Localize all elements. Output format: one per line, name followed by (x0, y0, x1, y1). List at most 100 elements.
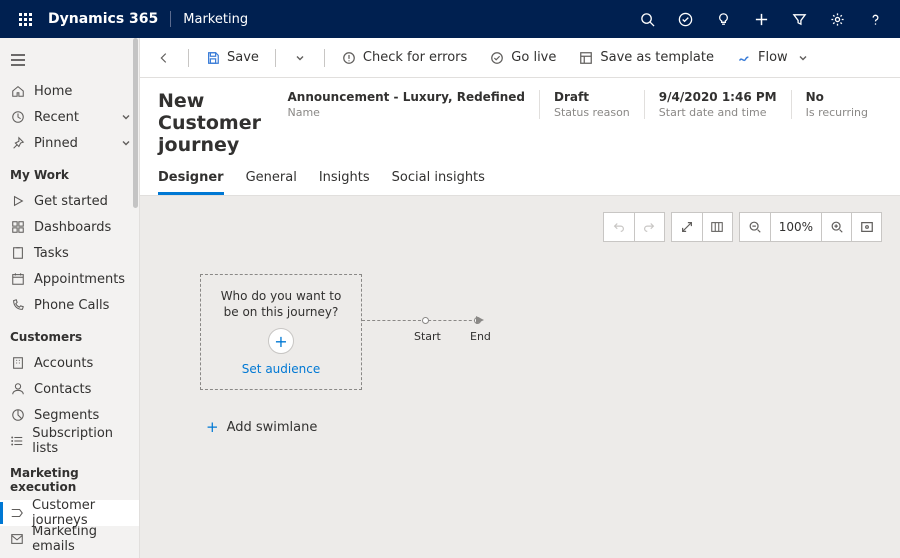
plus-icon: + (206, 418, 219, 436)
sidebar-item-label: Appointments (34, 272, 125, 287)
template-icon (578, 50, 594, 66)
minimap-button[interactable] (702, 213, 732, 241)
phone-icon (10, 297, 26, 313)
meta-start-date: 9/4/2020 1:46 PMStart date and time (644, 90, 791, 119)
area-label: Marketing (183, 12, 248, 27)
meta-recurring: NoIs recurring (791, 90, 882, 119)
sidebar-scrollbar[interactable] (133, 38, 138, 208)
go-live-button[interactable]: Go live (481, 42, 564, 74)
save-template-button[interactable]: Save as template (570, 42, 722, 74)
sidebar-item-subscription-lists[interactable]: Subscription lists (0, 428, 139, 454)
flow-label: Flow (758, 50, 788, 65)
canvas-toolbar: 100% (603, 212, 882, 242)
tile-question: Who do you want to be on this journey? (201, 288, 361, 320)
sidebar-item-marketing-emails[interactable]: Marketing emails (0, 526, 139, 552)
sidebar-item-phone-calls[interactable]: Phone Calls (0, 292, 139, 318)
sidebar-item-pinned[interactable]: Pinned (0, 130, 139, 156)
help-icon[interactable] (856, 0, 894, 38)
save-icon (205, 50, 221, 66)
alert-icon (341, 50, 357, 66)
lightbulb-icon[interactable] (704, 0, 742, 38)
audience-tile[interactable]: Who do you want to be on this journey? +… (200, 274, 362, 390)
start-node[interactable] (422, 317, 429, 324)
add-swimlane-label: Add swimlane (227, 420, 318, 435)
sidebar-item-label: Phone Calls (34, 298, 109, 313)
app-launcher-button[interactable] (6, 0, 44, 38)
start-label: Start (414, 330, 441, 343)
zoom-level[interactable]: 100% (770, 213, 821, 241)
sidebar-item-label: Customer journeys (32, 498, 131, 528)
gear-icon[interactable] (818, 0, 856, 38)
search-icon[interactable] (628, 0, 666, 38)
pin-icon (10, 135, 26, 151)
chevron-down-icon (121, 112, 131, 122)
zoom-out-button[interactable] (740, 213, 770, 241)
flow-button[interactable]: Flow (728, 42, 816, 74)
sidebar-item-customer-journeys[interactable]: Customer journeys (0, 500, 139, 526)
sidebar-item-label: Get started (34, 194, 108, 209)
filter-icon[interactable] (780, 0, 818, 38)
designer-canvas[interactable]: 100% Who do you want to be on this journ… (140, 196, 900, 558)
save-label: Save (227, 50, 259, 65)
tab-general[interactable]: General (246, 162, 297, 195)
undo-button[interactable] (604, 213, 634, 241)
sidebar-item-label: Dashboards (34, 220, 111, 235)
hamburger-toggle[interactable] (4, 46, 32, 74)
divider (170, 11, 171, 27)
play-icon (10, 193, 26, 209)
sidebar-item-dashboards[interactable]: Dashboards (0, 214, 139, 240)
fit-button[interactable] (851, 213, 881, 241)
separator (275, 49, 276, 67)
chevron-down-icon (121, 138, 131, 148)
task-icon[interactable] (666, 0, 704, 38)
sidebar-item-segments[interactable]: Segments (0, 402, 139, 428)
save-template-label: Save as template (600, 50, 714, 65)
sidebar-item-label: Home (34, 84, 72, 99)
segment-icon (10, 407, 26, 423)
sidebar-item-accounts[interactable]: Accounts (0, 350, 139, 376)
save-dropdown[interactable] (284, 42, 316, 74)
sidebar-item-recent[interactable]: Recent (0, 104, 139, 130)
sidebar-item-label: Contacts (34, 382, 91, 397)
sidebar-item-appointments[interactable]: Appointments (0, 266, 139, 292)
person-icon (10, 381, 26, 397)
sidebar-item-get-started[interactable]: Get started (0, 188, 139, 214)
tab-bar: Designer General Insights Social insight… (140, 162, 900, 196)
add-icon[interactable] (742, 0, 780, 38)
check-errors-button[interactable]: Check for errors (333, 42, 475, 74)
check-circle-icon (489, 50, 505, 66)
tab-social-insights[interactable]: Social insights (392, 162, 485, 195)
separator (324, 49, 325, 67)
flow-icon (736, 50, 752, 66)
clipboard-icon (10, 245, 26, 261)
tab-insights[interactable]: Insights (319, 162, 370, 195)
add-swimlane-button[interactable]: + Add swimlane (206, 418, 317, 436)
journey-icon (10, 505, 24, 521)
flow-line: Start End (362, 316, 482, 346)
list-icon (10, 433, 24, 449)
sidebar-item-label: Subscription lists (32, 426, 131, 456)
sidebar-item-contacts[interactable]: Contacts (0, 376, 139, 402)
sidebar-item-home[interactable]: Home (0, 78, 139, 104)
back-button[interactable] (148, 42, 180, 74)
clock-icon (10, 109, 26, 125)
expand-button[interactable] (672, 213, 702, 241)
add-audience-button[interactable]: + (268, 328, 294, 354)
command-bar: Save Check for errors Go live Save as te… (140, 38, 900, 78)
dashboard-icon (10, 219, 26, 235)
meta-name: Announcement - Luxury, RedefinedName (273, 90, 539, 119)
save-button[interactable]: Save (197, 42, 267, 74)
sidebar: Home Recent Pinned My Work Get started D… (0, 38, 140, 558)
set-audience-link[interactable]: Set audience (242, 362, 320, 376)
end-label: End (470, 330, 491, 343)
tab-designer[interactable]: Designer (158, 162, 224, 195)
separator (188, 49, 189, 67)
building-icon (10, 355, 26, 371)
home-icon (10, 83, 26, 99)
zoom-in-button[interactable] (821, 213, 851, 241)
meta-status: DraftStatus reason (539, 90, 644, 119)
sidebar-item-label: Marketing emails (32, 524, 131, 554)
sidebar-section: Marketing execution (0, 454, 139, 500)
redo-button[interactable] (634, 213, 664, 241)
sidebar-item-tasks[interactable]: Tasks (0, 240, 139, 266)
